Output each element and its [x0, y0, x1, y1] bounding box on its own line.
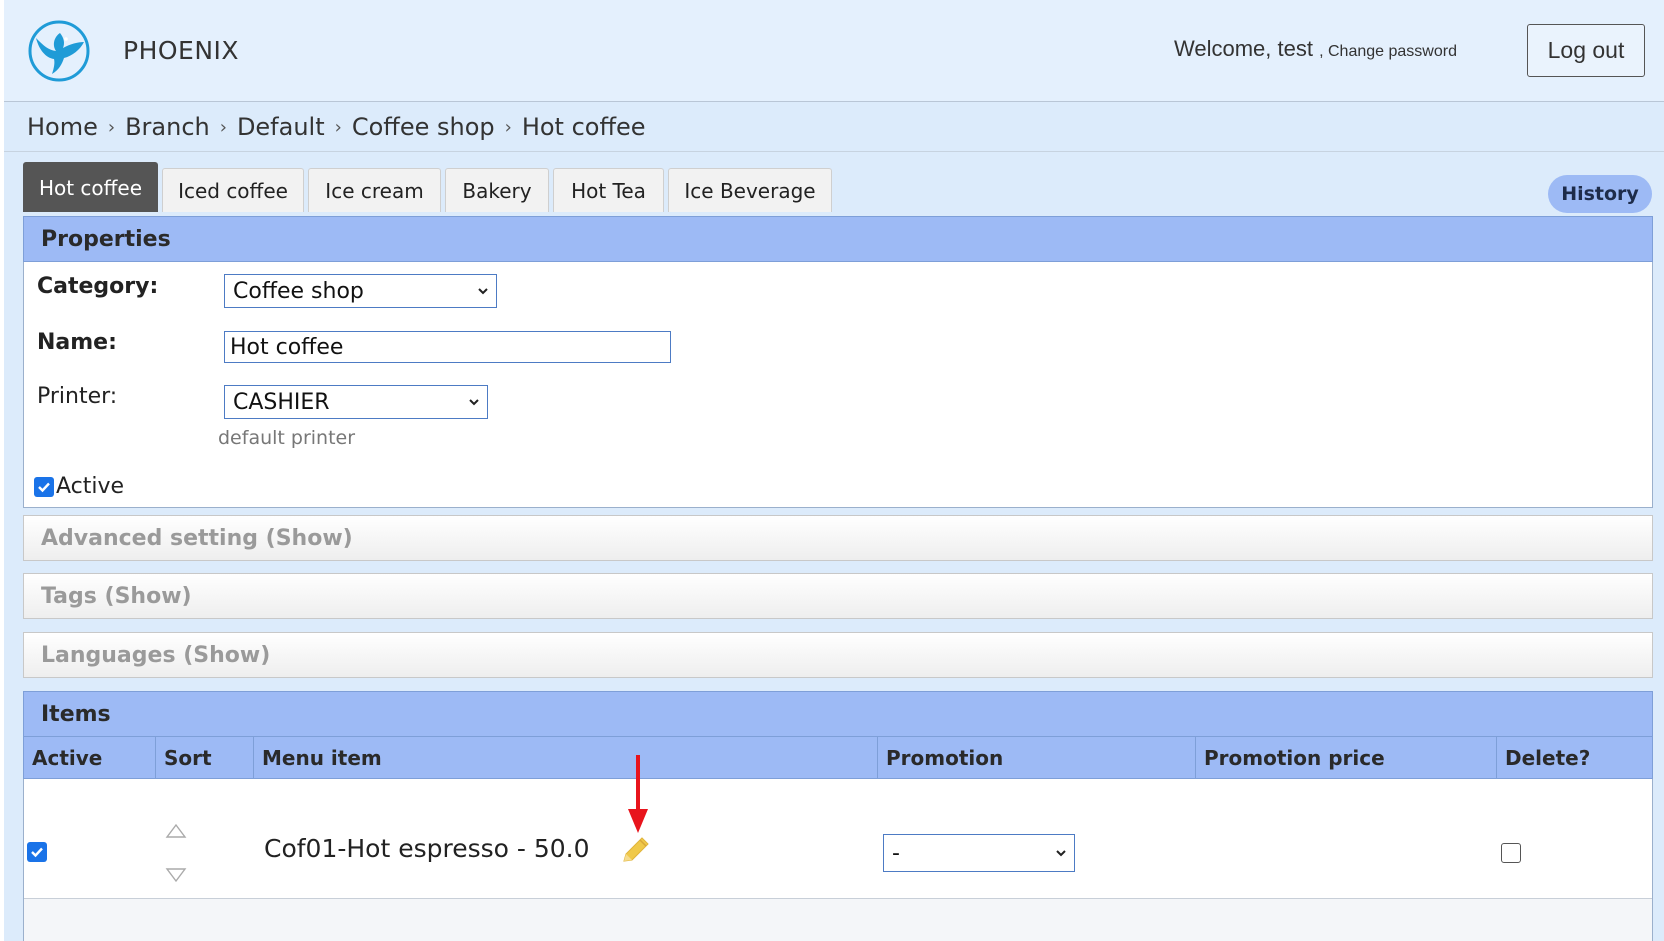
tab-hot-coffee[interactable]: Hot coffee: [23, 162, 158, 212]
properties-header: Properties: [23, 216, 1653, 262]
tab-hot-tea[interactable]: Hot Tea: [553, 168, 664, 212]
printer-select-value: CASHIER: [233, 389, 330, 415]
chevron-down-icon: [478, 288, 488, 295]
printer-select[interactable]: CASHIER: [224, 385, 488, 419]
breadcrumb-coffee-shop[interactable]: Coffee shop: [352, 113, 495, 141]
change-password-link[interactable]: , Change password: [1319, 43, 1457, 60]
check-icon: [38, 482, 50, 493]
check-icon: [31, 847, 43, 858]
breadcrumb-default[interactable]: Default: [237, 113, 325, 141]
category-select[interactable]: Coffee shop: [224, 274, 497, 308]
breadcrumb-separator: ›: [504, 117, 512, 138]
header-divider: [4, 101, 1664, 102]
items-table-header: Active Sort Menu item Promotion Promotio…: [23, 737, 1653, 779]
page: PHOENIX Welcome, test , Change password …: [4, 0, 1664, 941]
advanced-setting-section[interactable]: Advanced setting (Show): [23, 515, 1653, 561]
items-table-body: Cof01-Hot espresso - 50.0 -: [23, 779, 1653, 941]
column-active: Active: [32, 746, 103, 770]
breadcrumb-separator: ›: [107, 117, 116, 138]
column-delete: Delete?: [1496, 737, 1652, 779]
languages-section[interactable]: Languages (Show): [23, 632, 1653, 678]
printer-hint: default printer: [218, 427, 356, 449]
breadcrumb-separator: ›: [219, 117, 227, 138]
chevron-down-icon: [469, 399, 479, 406]
breadcrumb: Home › Branch › Default › Coffee shop › Hot coff…: [27, 113, 646, 141]
sort-down-icon[interactable]: [165, 867, 187, 883]
table-row: Cof01-Hot espresso - 50.0 -: [24, 779, 1652, 899]
breadcrumb-separator: ›: [334, 117, 342, 138]
breadcrumb-branch[interactable]: Branch: [125, 113, 210, 141]
edit-pencil-icon[interactable]: [618, 834, 652, 868]
category-label: Category:: [37, 274, 159, 299]
breadcrumb-divider: [4, 151, 1664, 152]
tab-ice-beverage[interactable]: Ice Beverage: [668, 168, 832, 212]
tab-iced-coffee[interactable]: Iced coffee: [162, 168, 304, 212]
tab-ice-cream[interactable]: Ice cream: [308, 168, 441, 212]
promotion-select-value: -: [892, 840, 900, 866]
active-label: Active: [56, 474, 125, 499]
items-header: Items: [23, 691, 1653, 737]
app-header: PHOENIX Welcome, test , Change password …: [4, 0, 1664, 101]
sort-up-icon[interactable]: [165, 823, 187, 839]
column-promotion: Promotion: [877, 737, 1195, 779]
column-menu-item: Menu item: [253, 737, 877, 779]
column-sort: Sort: [155, 737, 253, 779]
menu-item-name: Cof01-Hot espresso - 50.0: [264, 834, 590, 863]
tab-bakery[interactable]: Bakery: [445, 168, 549, 212]
breadcrumb-home[interactable]: Home: [27, 113, 98, 141]
promotion-select[interactable]: -: [883, 834, 1075, 872]
history-button[interactable]: History: [1548, 175, 1652, 213]
breadcrumb-current: Hot coffee: [521, 113, 646, 141]
phoenix-logo-icon[interactable]: [26, 18, 92, 84]
name-label: Name:: [37, 330, 117, 355]
chevron-down-icon: [1056, 850, 1066, 857]
category-select-value: Coffee shop: [233, 278, 364, 304]
annotation-arrow-icon: [628, 755, 648, 833]
name-input[interactable]: Hot coffee: [224, 331, 671, 363]
tags-section[interactable]: Tags (Show): [23, 573, 1653, 619]
brand-name: PHOENIX: [123, 36, 240, 65]
column-promotion-price: Promotion price: [1195, 737, 1496, 779]
welcome-user: Welcome, test: [1174, 36, 1313, 61]
item-active-checkbox[interactable]: [27, 842, 47, 862]
printer-label: Printer:: [37, 384, 118, 409]
item-delete-checkbox[interactable]: [1501, 843, 1521, 863]
logout-button[interactable]: Log out: [1527, 24, 1645, 77]
active-checkbox[interactable]: [34, 477, 54, 497]
welcome-text: Welcome, test , Change password: [1174, 36, 1457, 62]
